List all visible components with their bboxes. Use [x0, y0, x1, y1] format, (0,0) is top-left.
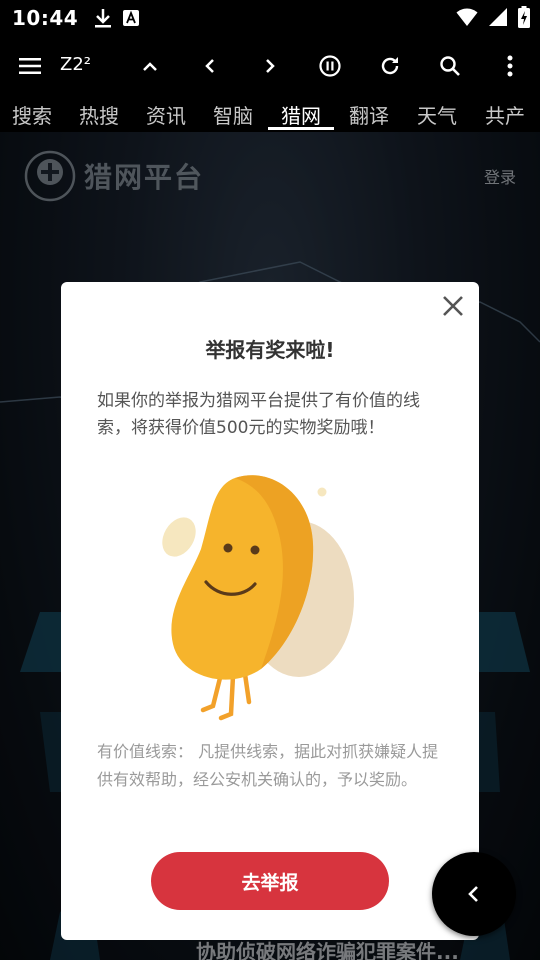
tab-weather[interactable]: 天气 [417, 100, 457, 129]
battery-charging-icon [518, 6, 530, 28]
report-button[interactable]: 去举报 [151, 852, 389, 910]
active-tab-indicator [268, 127, 334, 130]
dialog-title: 举报有奖来啦! [205, 338, 335, 362]
chevron-left-icon [468, 886, 478, 902]
tab-communist[interactable]: 共产 [485, 100, 525, 129]
hamburger-icon [19, 58, 41, 74]
reward-dialog: 举报有奖来啦! 如果你的举报为猎网平台提供了有价值的线索，将获得价值500元的实… [61, 282, 479, 940]
mascot-bean-illustration [162, 475, 354, 721]
status-left-icons [94, 8, 140, 28]
chevron-left-icon [205, 59, 214, 73]
search-button[interactable] [432, 48, 468, 84]
menu-button[interactable] [12, 48, 48, 84]
chevron-right-icon [266, 59, 275, 73]
status-right-icons [456, 6, 530, 28]
close-icon [443, 296, 463, 316]
font-icon [123, 10, 140, 26]
tab-liewang[interactable]: 猎网 [281, 100, 321, 129]
refresh-icon [381, 57, 399, 75]
back-button[interactable] [192, 48, 228, 84]
search-icon [440, 56, 460, 76]
dialog-note: 有价值线索： 凡提供线索，据此对抓获嫌疑人提供有效帮助，经公安机关确认的，予以奖… [97, 742, 439, 789]
tab-translate[interactable]: 翻译 [349, 100, 389, 129]
refresh-button[interactable] [372, 48, 408, 84]
more-vertical-icon [507, 55, 513, 77]
status-bar: 10:44 [0, 0, 540, 36]
status-time: 10:44 [12, 6, 79, 30]
wifi-icon [456, 8, 478, 26]
signal-icon [489, 8, 507, 26]
tab-trending[interactable]: 热搜 [79, 100, 119, 129]
tab-news[interactable]: 资讯 [146, 100, 186, 129]
pause-circle-icon [319, 55, 341, 77]
page-title[interactable]: Z2² [60, 54, 91, 75]
tab-search[interactable]: 搜索 [12, 100, 52, 129]
forward-button[interactable] [252, 48, 288, 84]
close-button[interactable] [441, 294, 465, 318]
browser-toolbar: Z2² [0, 36, 540, 96]
more-button[interactable] [492, 48, 528, 84]
floating-back-button[interactable] [432, 852, 516, 936]
download-icon [95, 9, 112, 28]
chevron-up-icon [143, 62, 157, 71]
pause-button[interactable] [312, 48, 348, 84]
dialog-description: 如果你的举报为猎网平台提供了有价值的线索，将获得价值500元的实物奖励哦！ [97, 391, 420, 438]
scroll-up-button[interactable] [132, 48, 168, 84]
tab-ai-brain[interactable]: 智脑 [213, 100, 253, 129]
